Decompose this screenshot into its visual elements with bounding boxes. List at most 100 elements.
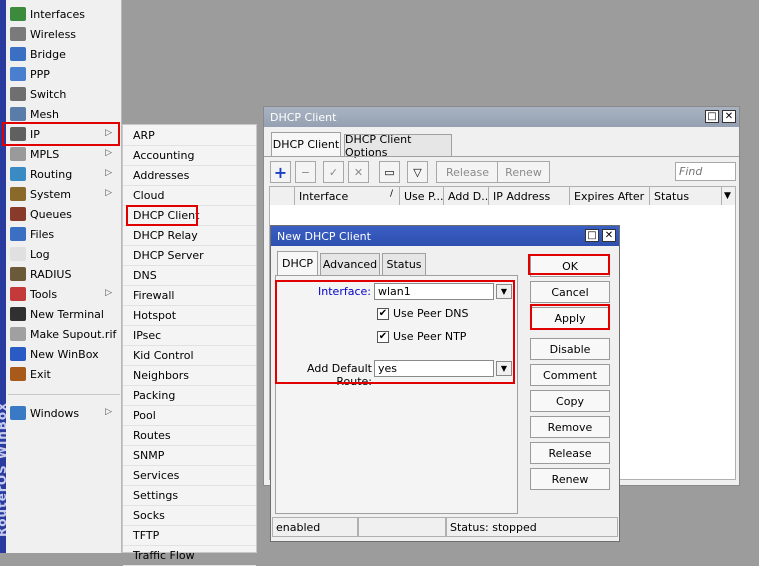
disable-button[interactable]: Disable <box>530 338 610 360</box>
menu-item-ppp[interactable]: PPP <box>6 64 122 84</box>
menu-item-label: Exit <box>30 367 51 381</box>
menu-item-routing[interactable]: Routing ▷ <box>6 164 122 184</box>
chevron-down-icon[interactable]: ▼ <box>496 284 512 299</box>
tab-advanced[interactable]: Advanced <box>320 253 380 275</box>
maximize-icon[interactable]: □ <box>585 229 599 242</box>
find-input[interactable] <box>675 162 736 181</box>
menu-item-new-winbox[interactable]: New WinBox <box>6 344 122 364</box>
use-peer-dns-checkbox[interactable]: ✔ <box>377 308 389 320</box>
submenu-item-hotspot[interactable]: Hotspot <box>123 306 256 326</box>
column-header-use-peer[interactable]: Use P... <box>400 187 444 205</box>
use-peer-ntp-checkbox[interactable]: ✔ <box>377 331 389 343</box>
menu-item-label: Wireless <box>30 27 77 41</box>
column-dropdown-icon[interactable]: ▼ <box>722 187 736 205</box>
renew-button[interactable]: Renew <box>497 161 550 183</box>
filter-icon[interactable]: ▽ <box>407 161 428 183</box>
disable-icon[interactable]: ✕ <box>348 161 369 183</box>
submenu-item-dhcp-server[interactable]: DHCP Server <box>123 246 256 266</box>
submenu-item-accounting[interactable]: Accounting <box>123 146 256 166</box>
column-header-ip-address[interactable]: IP Address <box>489 187 570 205</box>
dialog-title-bar[interactable]: New DHCP Client □ ✕ <box>271 226 619 246</box>
menu-item-files[interactable]: Files <box>6 224 122 244</box>
column-header-status[interactable]: Status <box>650 187 722 205</box>
window-title: DHCP Client <box>270 110 337 124</box>
submenu-item-cloud[interactable]: Cloud <box>123 186 256 206</box>
submenu-item-pool[interactable]: Pool <box>123 406 256 426</box>
close-icon[interactable]: ✕ <box>602 229 616 242</box>
maximize-icon[interactable]: □ <box>705 110 719 123</box>
interfaces-icon <box>10 7 26 21</box>
tab-dhcp[interactable]: DHCP <box>277 251 318 275</box>
comment-button[interactable]: Comment <box>530 364 610 386</box>
submenu-item-socks[interactable]: Socks <box>123 506 256 526</box>
submenu-item-services[interactable]: Services <box>123 466 256 486</box>
column-header-interface[interactable]: Interface <box>295 187 400 205</box>
submenu-item-firewall[interactable]: Firewall <box>123 286 256 306</box>
system-icon <box>10 187 26 201</box>
wireless-icon <box>10 27 26 41</box>
column-header-flags[interactable] <box>270 187 295 205</box>
sort-arrow-icon: / <box>390 189 394 199</box>
window-title-bar[interactable]: DHCP Client □ ✕ <box>264 107 739 127</box>
menu-item-interfaces[interactable]: Interfaces <box>6 4 122 24</box>
remove-button[interactable]: Remove <box>530 416 610 438</box>
menu-item-tools[interactable]: Tools ▷ <box>6 284 122 304</box>
default-route-select[interactable]: yes <box>374 360 494 377</box>
enable-icon[interactable]: ✓ <box>323 161 344 183</box>
menu-item-queues[interactable]: Queues <box>6 204 122 224</box>
menu-item-new-terminal[interactable]: New Terminal <box>6 304 122 324</box>
menu-item-radius[interactable]: RADIUS <box>6 264 122 284</box>
submenu-item-packing[interactable]: Packing <box>123 386 256 406</box>
menu-item-label: Mesh <box>30 107 59 121</box>
tab-dhcp-client-options[interactable]: DHCP Client Options <box>344 133 452 159</box>
tab-dhcp-client[interactable]: DHCP Client <box>271 132 341 156</box>
menu-item-make-supout-rif[interactable]: Make Supout.rif <box>6 324 122 344</box>
menu-item-mesh[interactable]: Mesh <box>6 104 122 124</box>
comment-icon[interactable]: ▭ <box>379 161 400 183</box>
submenu-item-snmp[interactable]: SNMP <box>123 446 256 466</box>
submenu-item-addresses[interactable]: Addresses <box>123 166 256 186</box>
tab-status[interactable]: Status <box>382 253 426 275</box>
submenu-item-routes[interactable]: Routes <box>123 426 256 446</box>
apply-button[interactable]: Apply <box>530 307 610 329</box>
submenu-item-tftp[interactable]: TFTP <box>123 526 256 546</box>
submenu-item-traffic-flow[interactable]: Traffic Flow <box>123 546 256 566</box>
submenu-item-settings[interactable]: Settings <box>123 486 256 506</box>
submenu-item-dhcp-client[interactable]: DHCP Client <box>123 206 256 226</box>
menu-item-label: Make Supout.rif <box>30 327 117 341</box>
close-icon[interactable]: ✕ <box>722 110 736 123</box>
menu-item-system[interactable]: System ▷ <box>6 184 122 204</box>
menu-item-log[interactable]: Log <box>6 244 122 264</box>
column-header-expires-after[interactable]: Expires After <box>570 187 650 205</box>
submenu-item-dhcp-relay[interactable]: DHCP Relay <box>123 226 256 246</box>
chevron-down-icon[interactable]: ▼ <box>496 361 512 376</box>
ip-icon <box>10 127 26 141</box>
submenu-item-arp[interactable]: ARP <box>123 126 256 146</box>
submenu-item-kid-control[interactable]: Kid Control <box>123 346 256 366</box>
submenu-item-neighbors[interactable]: Neighbors <box>123 366 256 386</box>
interface-select[interactable]: wlan1 <box>374 283 494 300</box>
submenu-arrow-icon: ▷ <box>105 128 112 138</box>
add-icon[interactable]: + <box>270 161 291 183</box>
menu-item-wireless[interactable]: Wireless <box>6 24 122 44</box>
menu-item-switch[interactable]: Switch <box>6 84 122 104</box>
release-button[interactable]: Release <box>530 442 610 464</box>
menu-item-mpls[interactable]: MPLS ▷ <box>6 144 122 164</box>
menu-item-bridge[interactable]: Bridge <box>6 44 122 64</box>
menu-separator <box>8 394 120 395</box>
release-button[interactable]: Release <box>436 161 499 183</box>
log-icon <box>10 247 26 261</box>
column-header-add-default[interactable]: Add D... <box>444 187 489 205</box>
menu-item-ip[interactable]: IP ▷ <box>6 124 122 144</box>
submenu-item-ipsec[interactable]: IPsec <box>123 326 256 346</box>
submenu-item-dns[interactable]: DNS <box>123 266 256 286</box>
menu-item-exit[interactable]: Exit <box>6 364 122 384</box>
copy-button[interactable]: Copy <box>530 390 610 412</box>
ppp-icon <box>10 67 26 81</box>
menu-item-windows[interactable]: Windows ▷ <box>6 403 122 423</box>
ok-button[interactable]: OK <box>530 255 610 277</box>
renew-button[interactable]: Renew <box>530 468 610 490</box>
remove-icon[interactable]: − <box>295 161 316 183</box>
cancel-button[interactable]: Cancel <box>530 281 610 303</box>
menu-item-label: Routing <box>30 167 73 181</box>
